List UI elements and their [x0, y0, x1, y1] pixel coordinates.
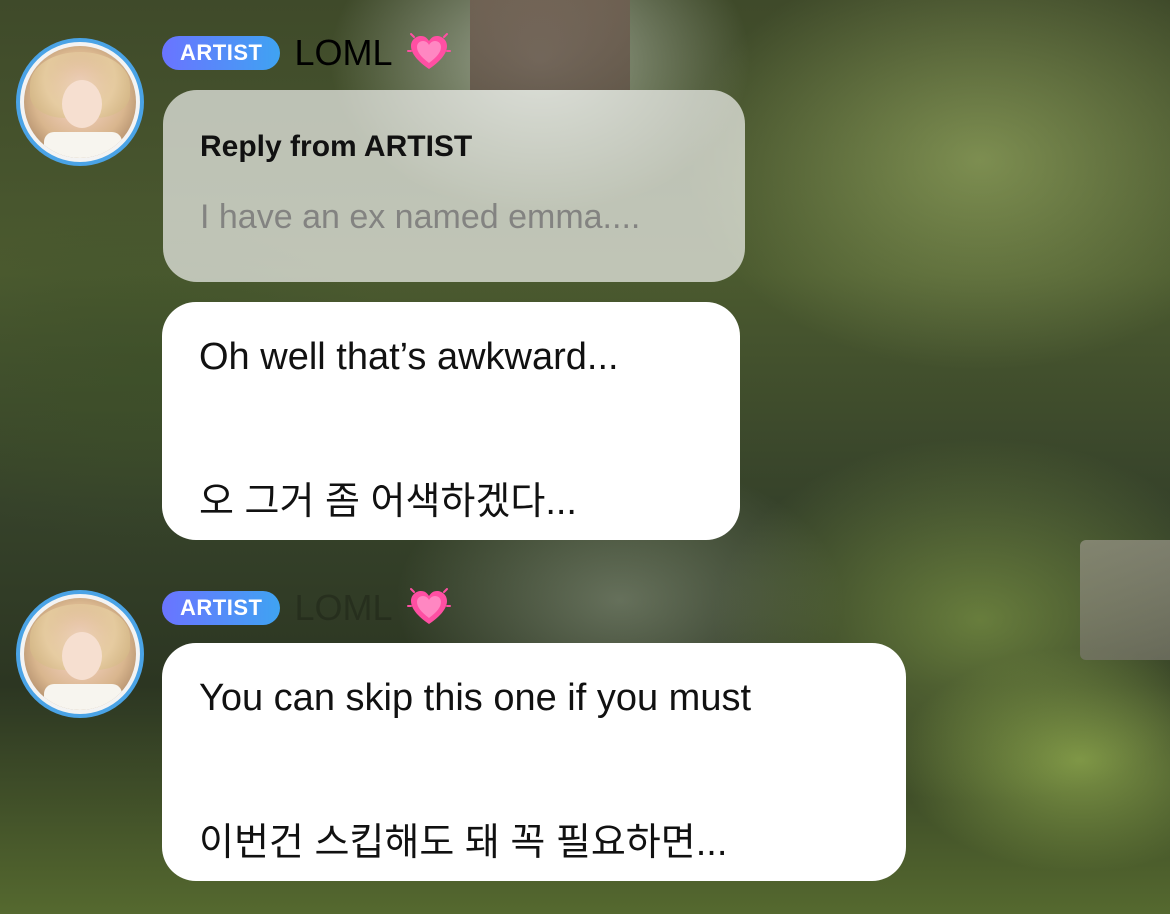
- avatar-clothing: [44, 684, 122, 710]
- artist-badge: ARTIST: [162, 591, 281, 625]
- avatar[interactable]: [16, 38, 144, 166]
- reply-preview[interactable]: Reply from ARTIST I have an ex named emm…: [163, 90, 745, 282]
- message-header: ARTIST LOML: [162, 587, 451, 628]
- message-header: ARTIST LOML: [162, 32, 451, 73]
- message-bubble[interactable]: Oh well that’s awkward... 오 그거 좀 어색하겠다..…: [162, 302, 740, 540]
- sender-name: LOML: [294, 32, 393, 73]
- avatar[interactable]: [16, 590, 144, 718]
- reply-title: Reply from ARTIST: [200, 130, 473, 163]
- message-text-korean: 오 그거 좀 어색하겠다...: [199, 481, 577, 523]
- avatar-photo: [24, 46, 136, 158]
- message-text-korean: 이번건 스킵해도 돼 꼭 필요하면...: [199, 822, 728, 864]
- artist-badge: ARTIST: [162, 36, 281, 70]
- reply-quoted-text: I have an ex named emma....: [200, 198, 641, 236]
- avatar-clothing: [44, 132, 122, 158]
- avatar-face: [62, 80, 102, 128]
- background-bench: [1080, 540, 1170, 660]
- avatar-photo: [24, 598, 136, 710]
- message-bubble[interactable]: You can skip this one if you must 이번건 스킵…: [162, 643, 906, 881]
- background-building: [470, 0, 630, 90]
- growing-heart-icon: [406, 588, 451, 624]
- growing-heart-icon: [406, 33, 451, 69]
- sender-name: LOML: [294, 587, 393, 628]
- message-text-english: You can skip this one if you must: [199, 677, 752, 719]
- message-text-english: Oh well that’s awkward...: [199, 336, 619, 378]
- avatar-face: [62, 632, 102, 680]
